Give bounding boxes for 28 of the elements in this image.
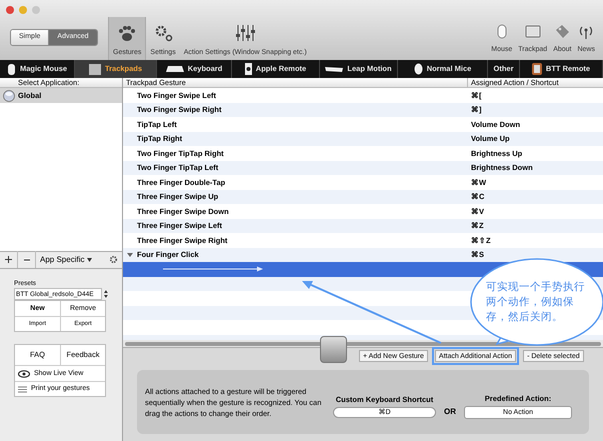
list-icon	[18, 386, 27, 393]
or-label: OR	[444, 406, 456, 418]
callout-text: 可实现一个手势执行	[486, 280, 585, 295]
close-icon[interactable]	[6, 6, 14, 14]
gears-icon	[154, 24, 173, 42]
minus-icon	[24, 258, 30, 260]
callout-text: 两个动作，例如保	[486, 295, 575, 310]
sensor-bar-icon	[325, 64, 344, 74]
arrow-icon	[163, 265, 263, 274]
callout-text: 存，然后关闭。	[486, 310, 564, 325]
eye-icon	[18, 370, 30, 378]
paw-icon	[117, 24, 138, 42]
mouse-icon	[414, 63, 423, 75]
slider-handle[interactable]	[320, 336, 347, 362]
mouse-icon	[6, 64, 16, 74]
remote-icon	[532, 63, 542, 75]
settings-icon[interactable]	[109, 255, 118, 264]
remote-icon	[244, 63, 252, 75]
trackpad-icon	[88, 64, 101, 74]
sliders-icon	[234, 24, 256, 42]
plus-icon	[5, 256, 12, 263]
scope-dropdown[interactable]: App Specific	[36, 254, 109, 266]
caret-icon	[87, 258, 92, 262]
tag-icon	[554, 24, 570, 39]
antenna-icon	[578, 24, 594, 39]
keyboard-icon	[166, 64, 184, 74]
disclosure-triangle-icon	[127, 252, 133, 258]
trackpad-icon	[524, 24, 541, 39]
